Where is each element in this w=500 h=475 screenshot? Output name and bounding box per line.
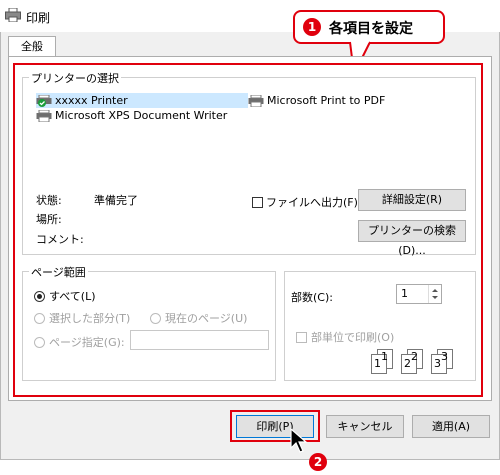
collate-label: 部単位で印刷(O) <box>311 331 395 344</box>
copies-value: 1 <box>401 287 408 300</box>
printer-item-pdf[interactable]: Microsoft Print to PDF <box>248 93 448 108</box>
details-button[interactable]: 詳細設定(R) <box>358 189 466 211</box>
range-pages-radio[interactable] <box>34 336 45 348</box>
range-all-label: すべて(L) <box>49 290 96 303</box>
pages-input[interactable] <box>130 330 269 350</box>
printer-icon <box>5 8 21 22</box>
step-1-badge: 1 <box>303 18 321 36</box>
range-selection-label: 選択した部分(T) <box>49 312 131 325</box>
print-to-file-checkbox[interactable] <box>252 196 263 208</box>
print-to-file-label: ファイルへ出力(F) <box>266 196 358 209</box>
copies-spinner[interactable]: 1 <box>396 284 442 304</box>
status-value: 準備完了 <box>94 194 138 207</box>
collate-checkbox[interactable] <box>296 331 307 343</box>
copies-label: 部数(C): <box>291 291 333 304</box>
printer-name: Microsoft Print to PDF <box>267 93 386 107</box>
find-printer-button[interactable]: プリンターの検索(D)... <box>358 220 466 257</box>
printer-icon <box>36 109 52 122</box>
step-2-badge: 2 <box>309 453 327 471</box>
printer-item-xps[interactable]: Microsoft XPS Document Writer <box>36 108 248 123</box>
page-range-legend: ページ範囲 <box>29 264 88 280</box>
range-current-option[interactable]: 現在のページ(U) <box>150 310 247 326</box>
location-label: 場所: <box>36 213 62 226</box>
comment-label: コメント: <box>36 233 84 246</box>
print-to-file-option[interactable]: ファイルへ出力(F) <box>252 194 358 210</box>
printer-name: Microsoft XPS Document Writer <box>55 108 228 122</box>
printer-default-icon <box>36 94 52 107</box>
range-pages-label: ページ指定(G): <box>49 336 125 349</box>
range-selection-option[interactable]: 選択した部分(T) <box>34 310 130 326</box>
printer-name: xxxxx Printer <box>55 93 128 107</box>
apply-button[interactable]: 適用(A) <box>412 415 490 438</box>
spinner-arrows-icon <box>432 289 438 299</box>
range-current-label: 現在のページ(U) <box>165 312 248 325</box>
printer-icon <box>248 94 264 107</box>
step-1-text: 各項目を設定 <box>329 21 413 37</box>
range-all-radio[interactable] <box>34 290 45 302</box>
collate-illustration: 1 1 2 2 3 3 <box>369 349 461 375</box>
printer-select-legend: プリンターの選択 <box>29 70 121 86</box>
window-title: 印刷 <box>26 11 51 25</box>
range-selection-radio[interactable] <box>34 312 45 324</box>
tab-general[interactable]: 全般 <box>8 36 56 57</box>
collate-option[interactable]: 部単位で印刷(O) <box>296 329 394 345</box>
range-current-radio[interactable] <box>150 312 161 324</box>
spinner-buttons[interactable] <box>428 285 441 303</box>
mouse-cursor-icon <box>290 428 308 453</box>
status-label: 状態: <box>36 194 62 207</box>
step-1-callout: 1 各項目を設定 <box>293 10 445 44</box>
range-all-option[interactable]: すべて(L) <box>34 288 96 304</box>
range-pages-option[interactable]: ページ指定(G): <box>34 334 125 350</box>
cancel-button[interactable]: キャンセル <box>326 415 404 438</box>
printer-item-xxxxx[interactable]: xxxxx Printer <box>36 93 248 108</box>
